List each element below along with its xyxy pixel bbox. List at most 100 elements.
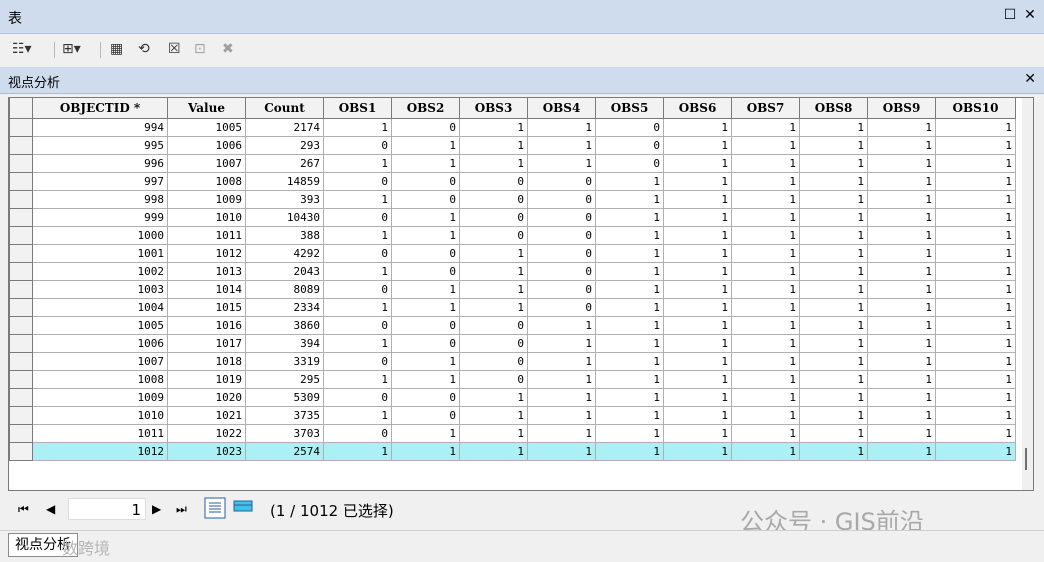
table-cell[interactable]: 1 <box>391 280 460 299</box>
table-cell[interactable]: 1 <box>391 226 460 245</box>
table-cell[interactable]: 1005 <box>32 316 168 335</box>
table-cell[interactable]: 1 <box>663 442 732 461</box>
table-row[interactable]: 1000 1011 388 1 1 0 0 1 1 1 1 1 1 <box>9 226 1016 245</box>
table-cell[interactable]: 1009 <box>167 190 246 209</box>
table-cell[interactable]: 1 <box>595 334 664 353</box>
table-cell[interactable]: 995 <box>32 136 168 155</box>
table-cell[interactable]: 1008 <box>32 370 168 389</box>
table-row[interactable]: 998 1009 393 1 0 0 0 1 1 1 1 1 1 <box>9 190 1016 209</box>
table-cell[interactable]: 1 <box>799 154 868 173</box>
next-record-icon[interactable]: ▶ <box>152 502 161 516</box>
tab-close-icon[interactable]: ✕ <box>1024 71 1036 87</box>
row-selector[interactable] <box>9 370 33 389</box>
show-all-records-icon[interactable] <box>204 497 226 519</box>
table-cell[interactable]: 1 <box>799 424 868 443</box>
table-cell[interactable]: 1003 <box>32 280 168 299</box>
table-cell[interactable]: 1 <box>867 370 936 389</box>
table-cell[interactable]: 1 <box>663 136 732 155</box>
table-row[interactable]: 999 1010 10430 0 1 0 0 1 1 1 1 1 1 <box>9 208 1016 227</box>
table-cell[interactable]: 1 <box>663 370 732 389</box>
table-cell[interactable]: 1 <box>595 244 664 263</box>
table-row[interactable]: 1012 1023 2574 1 1 1 1 1 1 1 1 1 1 <box>9 442 1016 461</box>
table-cell[interactable]: 1 <box>935 226 1016 245</box>
column-header[interactable]: OBS2 <box>391 98 460 119</box>
table-cell[interactable]: 0 <box>527 208 596 227</box>
table-cell[interactable]: 1 <box>663 208 732 227</box>
table-cell[interactable]: 1 <box>867 226 936 245</box>
table-cell[interactable]: 1 <box>867 352 936 371</box>
table-row[interactable]: 1009 1020 5309 0 0 1 1 1 1 1 1 1 1 <box>9 388 1016 407</box>
table-cell[interactable]: 293 <box>245 136 324 155</box>
table-cell[interactable]: 1 <box>867 208 936 227</box>
vertical-scrollbar[interactable] <box>1022 98 1033 490</box>
table-cell[interactable]: 0 <box>527 262 596 281</box>
table-cell[interactable]: 1 <box>935 406 1016 425</box>
table-row[interactable]: 1010 1021 3735 1 0 1 1 1 1 1 1 1 1 <box>9 406 1016 425</box>
table-cell[interactable]: 0 <box>527 244 596 263</box>
table-cell[interactable]: 1 <box>323 370 392 389</box>
column-header[interactable]: OBS7 <box>731 98 800 119</box>
table-cell[interactable]: 0 <box>459 190 528 209</box>
table-cell[interactable]: 1 <box>323 442 392 461</box>
table-cell[interactable]: 1 <box>595 424 664 443</box>
table-cell[interactable]: 1 <box>867 280 936 299</box>
table-cell[interactable]: 1 <box>867 136 936 155</box>
table-cell[interactable]: 1 <box>799 298 868 317</box>
table-cell[interactable]: 0 <box>527 280 596 299</box>
table-cell[interactable]: 267 <box>245 154 324 173</box>
table-cell[interactable]: 1 <box>323 118 392 137</box>
table-cell[interactable]: 1 <box>391 442 460 461</box>
table-cell[interactable]: 1009 <box>32 388 168 407</box>
table-cell[interactable]: 1 <box>731 262 800 281</box>
table-row[interactable]: 997 1008 14859 0 0 0 0 1 1 1 1 1 1 <box>9 172 1016 191</box>
table-row[interactable]: 1001 1012 4292 0 0 1 0 1 1 1 1 1 1 <box>9 244 1016 263</box>
table-cell[interactable]: 1 <box>595 316 664 335</box>
row-selector[interactable] <box>9 424 33 443</box>
table-cell[interactable]: 1010 <box>167 208 246 227</box>
table-cell[interactable]: 0 <box>459 370 528 389</box>
table-cell[interactable]: 1007 <box>167 154 246 173</box>
table-cell[interactable]: 1 <box>323 406 392 425</box>
table-cell[interactable]: 1 <box>867 154 936 173</box>
column-header[interactable]: OBS3 <box>459 98 528 119</box>
current-record-input[interactable]: 1 <box>68 498 146 520</box>
table-options-icon[interactable]: ☷▾ <box>12 40 32 58</box>
table-cell[interactable]: 1 <box>663 334 732 353</box>
first-record-icon[interactable]: ⏮ <box>18 502 29 517</box>
table-cell[interactable]: 0 <box>391 244 460 263</box>
table-cell[interactable]: 1 <box>731 226 800 245</box>
table-cell[interactable]: 1 <box>935 442 1016 461</box>
row-selector[interactable] <box>9 262 33 281</box>
table-cell[interactable]: 1 <box>595 442 664 461</box>
table-cell[interactable]: 0 <box>391 334 460 353</box>
row-selector[interactable] <box>9 190 33 209</box>
table-cell[interactable]: 1 <box>391 370 460 389</box>
table-cell[interactable]: 1 <box>867 316 936 335</box>
table-row[interactable]: 1003 1014 8089 0 1 1 0 1 1 1 1 1 1 <box>9 280 1016 299</box>
table-cell[interactable]: 1 <box>867 442 936 461</box>
table-cell[interactable]: 1 <box>527 424 596 443</box>
tab-title[interactable]: 视点分析 <box>8 72 60 91</box>
table-cell[interactable]: 999 <box>32 208 168 227</box>
table-cell[interactable]: 1 <box>663 316 732 335</box>
table-cell[interactable]: 1 <box>799 406 868 425</box>
table-cell[interactable]: 1 <box>799 118 868 137</box>
show-selected-records-icon[interactable] <box>232 497 254 519</box>
table-cell[interactable]: 0 <box>459 172 528 191</box>
table-cell[interactable]: 1005 <box>167 118 246 137</box>
table-cell[interactable]: 0 <box>595 154 664 173</box>
table-cell[interactable]: 0 <box>323 172 392 191</box>
last-record-icon[interactable]: ⏭ <box>176 502 187 517</box>
table-cell[interactable]: 1 <box>867 172 936 191</box>
table-cell[interactable]: 1015 <box>167 298 246 317</box>
table-cell[interactable]: 1 <box>595 208 664 227</box>
table-cell[interactable]: 1 <box>731 136 800 155</box>
table-cell[interactable]: 1 <box>323 334 392 353</box>
table-cell[interactable]: 1006 <box>167 136 246 155</box>
table-cell[interactable]: 0 <box>391 172 460 191</box>
table-cell[interactable]: 0 <box>459 226 528 245</box>
table-cell[interactable]: 1 <box>663 406 732 425</box>
column-header[interactable]: OBS6 <box>663 98 732 119</box>
table-cell[interactable]: 1 <box>663 280 732 299</box>
table-cell[interactable]: 1017 <box>167 334 246 353</box>
